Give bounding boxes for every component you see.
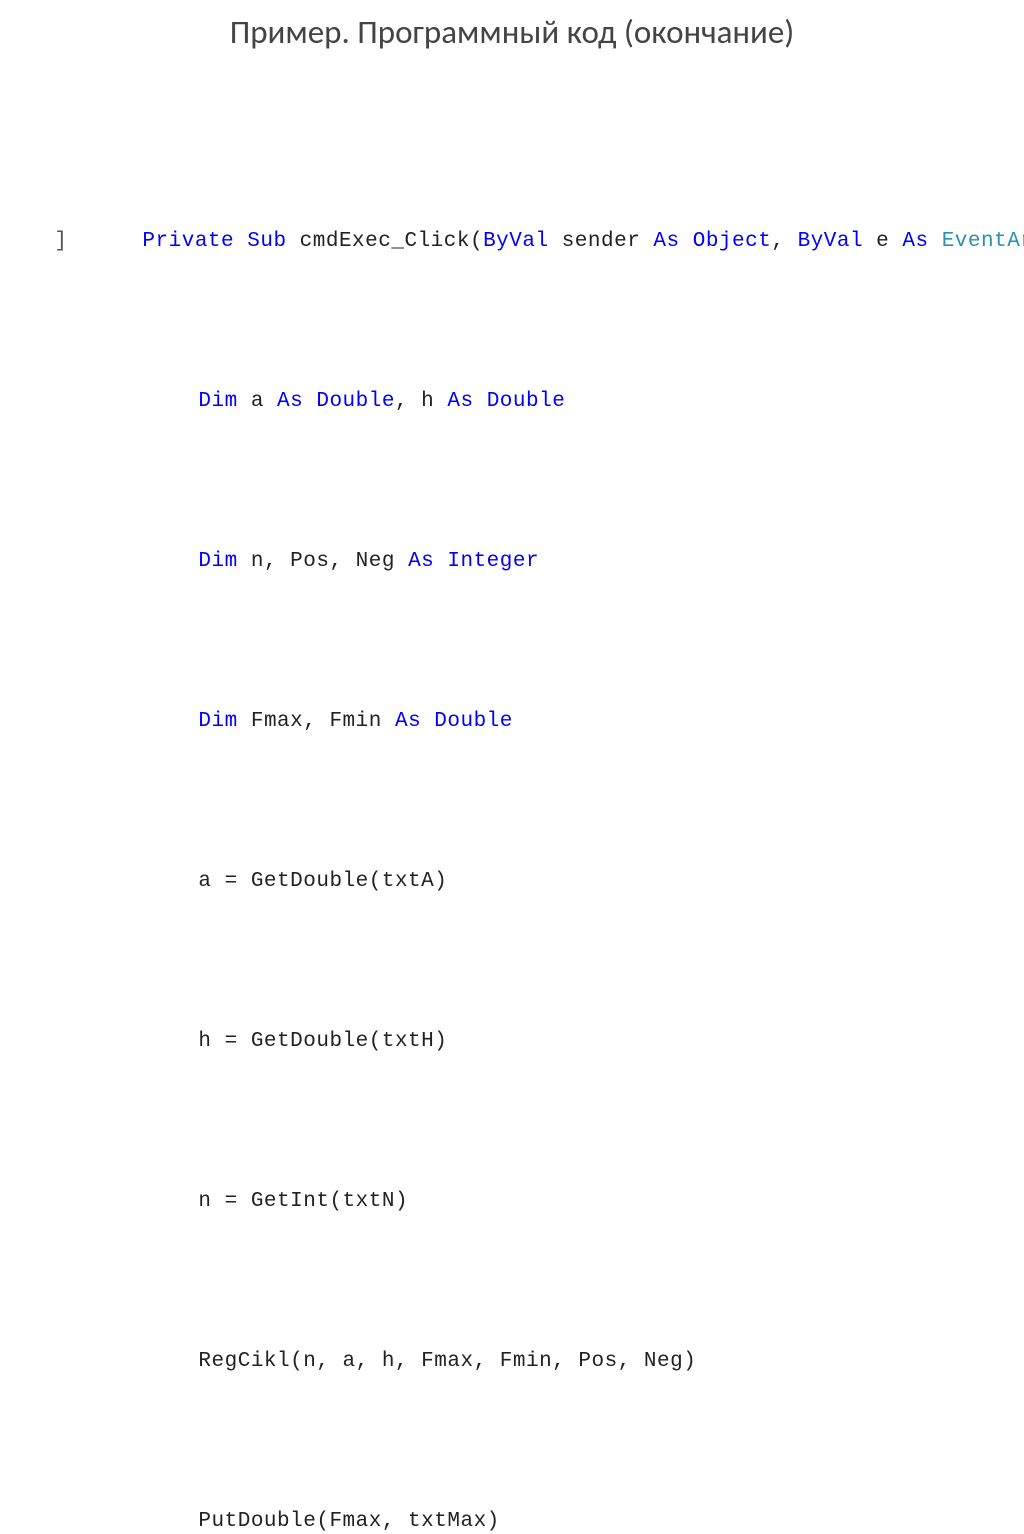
code-line-9: PutDouble(Fmax, txtMax) bbox=[0, 1462, 1024, 1502]
code-line-4: Dim Fmax, Fmin As Double bbox=[0, 662, 1024, 702]
ident-a: a bbox=[238, 390, 277, 413]
kw-private-sub: Private Sub bbox=[142, 230, 286, 253]
comma: , bbox=[771, 230, 797, 253]
code-block: ]Private Sub cmdExec_Click(ByVal sender … bbox=[0, 62, 1024, 1534]
stmt-n: n = GetInt(txtN) bbox=[198, 1190, 408, 1213]
code-line-1: ]Private Sub cmdExec_Click(ByVal sender … bbox=[0, 182, 1024, 222]
type-eventar: EventAr bbox=[942, 230, 1024, 253]
ident-h: , h bbox=[395, 390, 447, 413]
stmt-h: h = GetDouble(txtH) bbox=[198, 1030, 447, 1053]
stmt-a: a = GetDouble(txtA) bbox=[198, 870, 447, 893]
ident-fmaxmin: Fmax, Fmin bbox=[238, 710, 395, 733]
ident-npn: n, Pos, Neg bbox=[238, 550, 408, 573]
kw-dim: Dim bbox=[198, 550, 237, 573]
code-line-5: a = GetDouble(txtA) bbox=[0, 822, 1024, 862]
gutter-bracket: ] bbox=[52, 222, 82, 262]
kw-dim: Dim bbox=[198, 710, 237, 733]
stmt-regcikl: RegCikl(n, a, h, Fmax, Fmin, Pos, Neg) bbox=[198, 1350, 696, 1373]
kw-dim: Dim bbox=[198, 390, 237, 413]
kw-byval: ByVal bbox=[483, 230, 549, 253]
slide-title: Пример. Программный код (окончание) bbox=[0, 0, 1024, 62]
code-line-2: Dim a As Double, h As Double bbox=[0, 342, 1024, 382]
code-line-7: n = GetInt(txtN) bbox=[0, 1142, 1024, 1182]
kw-as-double-2: As Double bbox=[447, 390, 565, 413]
ident-sender: sender bbox=[549, 230, 654, 253]
kw-as-double: As Double bbox=[277, 390, 395, 413]
stmt-putfmax: PutDouble(Fmax, txtMax) bbox=[198, 1510, 499, 1533]
code-line-8: RegCikl(n, a, h, Fmax, Fmin, Pos, Neg) bbox=[0, 1302, 1024, 1342]
kw-as-integer: As Integer bbox=[408, 550, 539, 573]
ident-cmdexec: cmdExec_Click( bbox=[287, 230, 484, 253]
kw-as-object: As Object bbox=[653, 230, 771, 253]
kw-as-double: As Double bbox=[395, 710, 513, 733]
code-line-3: Dim n, Pos, Neg As Integer bbox=[0, 502, 1024, 542]
kw-as: As bbox=[902, 230, 941, 253]
kw-byval-2: ByVal bbox=[798, 230, 864, 253]
code-line-6: h = GetDouble(txtH) bbox=[0, 982, 1024, 1022]
ident-e: e bbox=[863, 230, 902, 253]
